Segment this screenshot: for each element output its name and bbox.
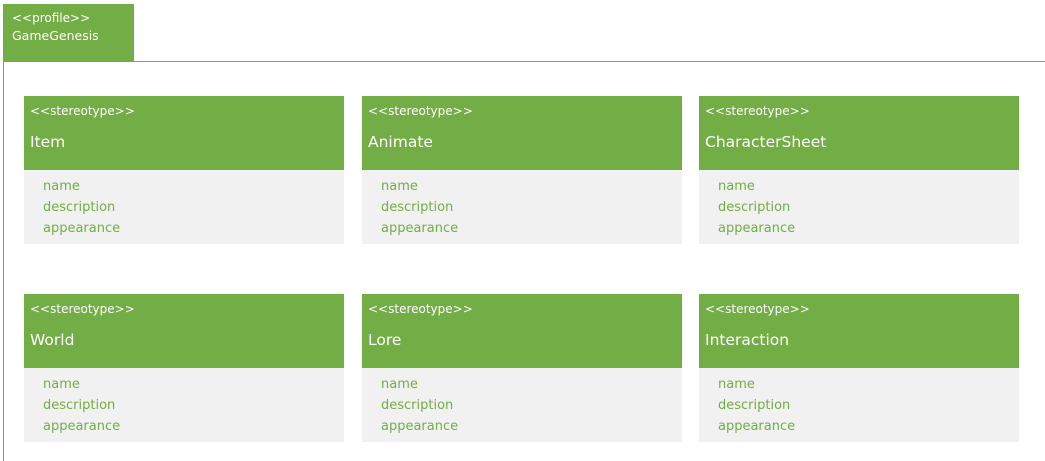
attribute-compartment: name description appearance: [24, 170, 344, 244]
stereotype-name: CharacterSheet: [705, 133, 827, 151]
stereotype-keyword: <<stereotype>>: [30, 104, 135, 118]
attribute-description: description: [381, 200, 454, 215]
stereotype-item[interactable]: <<stereotype>> Item name description app…: [24, 96, 344, 244]
stereotype-header: <<stereotype>> Item: [24, 96, 344, 170]
attribute-appearance: appearance: [718, 419, 796, 434]
stereotype-interaction[interactable]: <<stereotype>> Interaction name descript…: [699, 294, 1019, 442]
attribute-description: description: [43, 398, 116, 413]
stereotype-header: <<stereotype>> Lore: [362, 294, 682, 368]
attribute-appearance: appearance: [43, 419, 121, 434]
attribute-description: description: [43, 200, 116, 215]
attribute-appearance: appearance: [381, 419, 459, 434]
stereotype-header: <<stereotype>> World: [24, 294, 344, 368]
stereotype-keyword: <<stereotype>>: [30, 302, 135, 316]
attribute-name: name: [43, 377, 80, 392]
attribute-compartment: name description appearance: [362, 170, 682, 244]
attribute-description: description: [718, 398, 791, 413]
stereotype-keyword: <<stereotype>>: [368, 302, 473, 316]
stereotype-lore[interactable]: <<stereotype>> Lore name description app…: [362, 294, 682, 442]
stereotype-name: World: [30, 331, 75, 349]
attribute-name: name: [718, 377, 755, 392]
stereotype-header: <<stereotype>> Animate: [362, 96, 682, 170]
attribute-name: name: [43, 179, 80, 194]
stereotype-name: Animate: [368, 133, 433, 151]
attribute-appearance: appearance: [718, 221, 796, 236]
attribute-name: name: [381, 179, 418, 194]
attribute-compartment: name description appearance: [699, 368, 1019, 442]
stereotype-name: Lore: [368, 331, 402, 349]
stereotype-charactersheet[interactable]: <<stereotype>> CharacterSheet name descr…: [699, 96, 1019, 244]
attribute-appearance: appearance: [381, 221, 459, 236]
attribute-compartment: name description appearance: [24, 368, 344, 442]
stereotype-name: Interaction: [705, 331, 790, 349]
attribute-description: description: [381, 398, 454, 413]
stereotype-header: <<stereotype>> Interaction: [699, 294, 1019, 368]
attribute-name: name: [381, 377, 418, 392]
attribute-compartment: name description appearance: [699, 170, 1019, 244]
attribute-compartment: name description appearance: [362, 368, 682, 442]
stereotype-header: <<stereotype>> CharacterSheet: [699, 96, 1019, 170]
stereotype-keyword: <<stereotype>>: [368, 104, 473, 118]
attribute-description: description: [718, 200, 791, 215]
stereotype-keyword: <<stereotype>>: [705, 104, 810, 118]
stereotype-name: Item: [30, 133, 66, 151]
stereotype-animate[interactable]: <<stereotype>> Animate name description …: [362, 96, 682, 244]
profile-tab[interactable]: <<profile>> GameGenesis: [3, 4, 134, 61]
profile-keyword: <<profile>>: [12, 11, 91, 25]
stereotype-keyword: <<stereotype>>: [705, 302, 810, 316]
profile-name: GameGenesis: [12, 28, 99, 43]
stereotype-world[interactable]: <<stereotype>> World name description ap…: [24, 294, 344, 442]
attribute-name: name: [718, 179, 755, 194]
attribute-appearance: appearance: [43, 221, 121, 236]
